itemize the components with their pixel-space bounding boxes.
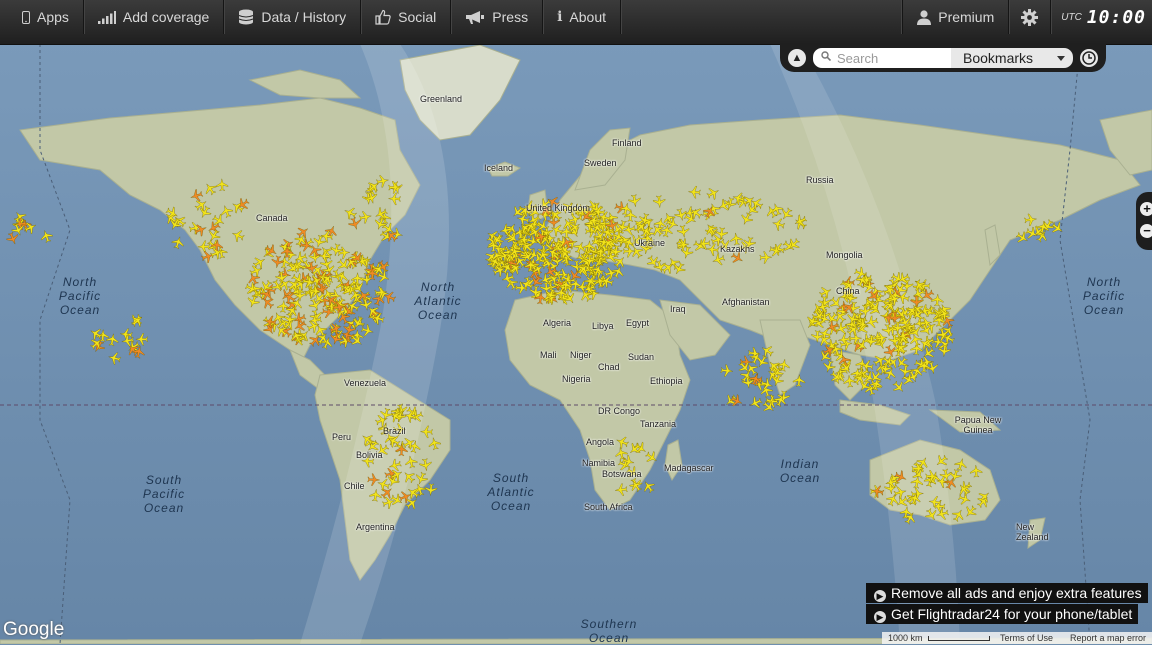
country-label: Venezuela (344, 378, 387, 388)
utc-label: UTC (1061, 11, 1082, 23)
nav-label: Data / History (261, 9, 347, 25)
collapse-button[interactable]: ▲ (788, 49, 806, 67)
country-label: Peru (332, 432, 352, 442)
country-label: Bolivia (356, 450, 383, 460)
country-label: Sudan (628, 352, 655, 362)
scale-label: 1000 km (888, 633, 923, 643)
remove-ads-banner[interactable]: ▶ Remove all ads and enjoy extra features (866, 583, 1148, 603)
map-canvas[interactable] (0, 0, 1152, 644)
country-label: China (836, 286, 860, 296)
chevron-right-icon: ▶ (874, 590, 886, 602)
chevron-down-icon (1057, 56, 1065, 61)
promo-text: Remove all ads and enjoy extra features (891, 585, 1142, 601)
country-label: Algeria (543, 318, 572, 328)
country-label: Afghanistan (722, 297, 770, 307)
nav-add-coverage[interactable]: Add coverage (84, 0, 225, 34)
country-label: Mali (540, 350, 557, 360)
country-label: Papua New Guinea (954, 415, 1002, 435)
country-label: Namibia (582, 458, 616, 468)
ocean-label: South Atlantic Ocean (487, 471, 535, 513)
nav-label: Press (492, 9, 529, 25)
country-label: Kazakhs (720, 244, 755, 254)
phone-icon (22, 10, 30, 24)
megaphone-icon (465, 10, 485, 25)
country-label: Russia (806, 175, 834, 185)
nav-label: Apps (37, 9, 69, 25)
google-logo[interactable]: Google (3, 619, 64, 641)
country-label: Iraq (670, 304, 686, 314)
clock-time: 10:00 (1086, 6, 1146, 28)
gear-icon (1021, 8, 1039, 26)
thumbs-up-icon (375, 9, 391, 25)
scale-bar (928, 636, 990, 641)
database-icon (238, 9, 254, 25)
top-nav-bar: Apps Add coverage Data / History Social … (0, 0, 1152, 45)
bookmarks-dropdown[interactable]: Bookmarks (951, 48, 1073, 68)
country-label: Angola (586, 437, 615, 447)
country-label: Iceland (484, 163, 514, 173)
country-label: Niger (570, 350, 592, 360)
country-label: Tanzania (640, 419, 677, 429)
clock-icon (1082, 51, 1096, 65)
bookmarks-label: Bookmarks (963, 50, 1034, 66)
country-label: Botswana (602, 469, 642, 479)
zoom-out-button[interactable]: − (1140, 224, 1152, 238)
country-label: Argentina (356, 522, 395, 532)
country-label: Chad (598, 362, 620, 372)
user-icon (917, 9, 932, 25)
zoom-control: + − (1136, 192, 1152, 250)
settings-button[interactable] (1009, 0, 1052, 34)
signal-icon (97, 10, 116, 24)
country-label: Nigeria (562, 374, 591, 384)
country-label: Finland (612, 138, 642, 148)
country-label: Chile (344, 481, 365, 491)
country-label: Mongolia (826, 250, 863, 260)
flight-map[interactable]: Greenland Finland Sweden Iceland Russia … (0, 0, 1152, 645)
nav-about[interactable]: i About (543, 0, 621, 34)
nav-label: About (569, 9, 606, 25)
country-label: South Africa (584, 502, 633, 512)
history-button[interactable] (1080, 49, 1098, 67)
country-label: Ukraine (634, 238, 666, 248)
get-app-banner[interactable]: ▶ Get Flightradar24 for your phone/tablet (866, 604, 1139, 624)
nav-social[interactable]: Social (361, 0, 452, 34)
zoom-in-button[interactable]: + (1140, 202, 1152, 216)
map-footer: 1000 km Terms of Use Report a map error (882, 632, 1152, 644)
ocean-label: North Pacific Ocean (1082, 275, 1126, 317)
country-label: Madagascar (664, 463, 714, 473)
ocean-label: North Pacific Ocean (58, 275, 102, 317)
country-label: Greenland (420, 94, 463, 104)
country-label: Brazil (383, 426, 406, 436)
country-label: Canada (256, 213, 288, 223)
country-label: Libya (592, 321, 614, 331)
nav-press[interactable]: Press (451, 0, 544, 34)
nav-label: Premium (938, 9, 995, 25)
ocean-label: Southern Ocean (580, 617, 638, 645)
ocean-label: Indian Ocean (779, 457, 821, 485)
ocean-label: North Atlantic Ocean (414, 280, 462, 322)
nav-data-history[interactable]: Data / History (224, 0, 362, 34)
chevron-right-icon: ▶ (874, 611, 886, 623)
nav-label: Social (398, 9, 437, 25)
search-icon (821, 51, 832, 64)
country-label: Ethiopia (650, 376, 683, 386)
search-input[interactable] (813, 48, 951, 68)
country-label: Sweden (584, 158, 617, 168)
promo-text: Get Flightradar24 for your phone/tablet (891, 606, 1133, 622)
country-label: DR Congo (598, 406, 641, 416)
terms-link[interactable]: Terms of Use (1000, 633, 1053, 643)
utc-clock: UTC 10:00 (1051, 0, 1152, 34)
nav-label: Add coverage (122, 9, 210, 25)
country-label: United Kingdom (526, 203, 591, 213)
nav-premium[interactable]: Premium (902, 0, 1010, 34)
info-icon: i (557, 9, 563, 25)
ocean-label: South Pacific Ocean (142, 473, 186, 515)
chevron-up-icon: ▲ (791, 52, 803, 64)
country-label: Egypt (626, 318, 650, 328)
search-bar: ▲ Bookmarks (780, 44, 1106, 72)
nav-apps[interactable]: Apps (0, 0, 84, 34)
report-link[interactable]: Report a map error (1070, 633, 1146, 643)
country-label: New Zealand (1016, 522, 1049, 542)
